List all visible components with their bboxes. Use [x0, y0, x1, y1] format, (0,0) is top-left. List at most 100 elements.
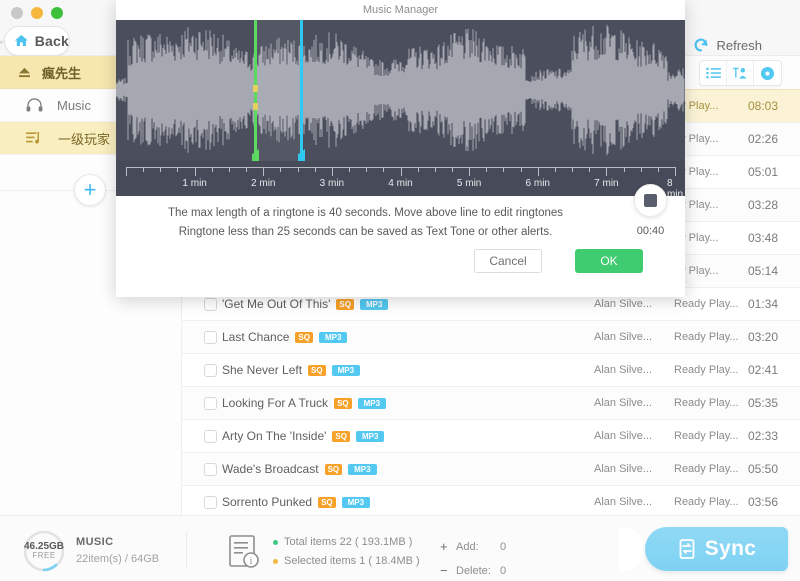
row-checkbox[interactable]	[204, 298, 217, 311]
ruler-tick	[555, 167, 556, 172]
end-marker-foot	[298, 149, 305, 161]
table-row[interactable]: Wade's BroadcastSQMP3Alan Silve...Ready …	[182, 453, 800, 486]
song-duration-label: 02:26	[748, 132, 778, 146]
selection-region[interactable]	[254, 20, 302, 161]
status-bar: 46.25GB FREE MUSIC 22item(s) / 64GB i	[0, 515, 800, 581]
sync-label: Sync	[705, 537, 756, 561]
song-duration-label: 03:56	[748, 495, 778, 509]
song-artist-label: Alan Silve...	[594, 496, 652, 508]
song-title-cell: Sorrento PunkedSQMP3	[222, 495, 370, 509]
song-duration-label: 03:28	[748, 198, 778, 212]
song-duration-label: 03:48	[748, 231, 778, 245]
start-handle-lower[interactable]	[253, 103, 258, 110]
row-checkbox[interactable]	[204, 397, 217, 410]
row-checkbox[interactable]	[204, 496, 217, 509]
ruler-tick	[401, 167, 402, 176]
table-row[interactable]: She Never LeftSQMP3Alan Silve...Ready Pl…	[182, 354, 800, 387]
song-duration-label: 05:35	[748, 396, 778, 410]
start-handle-upper[interactable]	[253, 85, 258, 92]
table-row[interactable]: Last ChanceSQMP3Alan Silve...Ready Play.…	[182, 321, 800, 354]
format-badge: MP3	[358, 398, 386, 409]
close-button[interactable]	[11, 7, 23, 19]
ruler-tick	[229, 167, 230, 172]
song-title-label: Wade's Broadcast	[222, 462, 319, 476]
ruler-tick	[503, 167, 504, 172]
song-duration-label: 08:03	[748, 99, 778, 113]
artist-view-icon[interactable]	[727, 61, 754, 85]
status-divider	[186, 532, 187, 568]
sidebar-item-label: 一级玩家	[58, 129, 110, 148]
ruler-tick	[280, 167, 281, 172]
song-duration-label: 05:50	[748, 462, 778, 476]
view-mode-group	[699, 60, 782, 86]
sync-icon	[677, 538, 697, 560]
row-checkbox[interactable]	[204, 430, 217, 443]
dialog-hint-line-1: The max length of a ringtone is 40 secon…	[116, 207, 685, 219]
delete-counter: − Delete: 0	[440, 559, 506, 581]
format-badge: MP3	[348, 464, 376, 475]
waveform-area[interactable]	[116, 20, 685, 161]
ruler-tick-label: 1 min	[182, 178, 206, 189]
album-view-icon[interactable]	[754, 61, 781, 85]
row-checkbox[interactable]	[204, 331, 217, 344]
sidebar-device-label: 瘋先生	[42, 63, 81, 82]
song-duration-label: 05:14	[748, 264, 778, 278]
song-artist-label: Alan Silve...	[594, 331, 652, 343]
maximize-button[interactable]	[51, 7, 63, 19]
table-row[interactable]: Looking For A TruckSQMP3Alan Silve...Rea…	[182, 387, 800, 420]
ruler-tick	[486, 167, 487, 172]
format-badge: SQ	[325, 464, 343, 475]
total-items-line: Total items 22 ( 193.1MB )	[273, 533, 420, 552]
song-title-label: Last Chance	[222, 330, 289, 344]
format-badge: MP3	[342, 497, 370, 508]
selection-end-marker[interactable]	[300, 20, 303, 161]
song-status-label: Ready Play...	[674, 430, 739, 442]
song-title-label: 'Get Me Out Of This'	[222, 297, 330, 311]
song-title-label: Looking For A Truck	[222, 396, 328, 410]
add-playlist-button[interactable]: +	[74, 174, 106, 206]
ruler-tick	[160, 167, 161, 172]
song-duration-label: 02:33	[748, 429, 778, 443]
cancel-button[interactable]: Cancel	[474, 249, 542, 273]
song-duration-label: 03:20	[748, 330, 778, 344]
selection-start-marker[interactable]	[254, 20, 257, 161]
song-artist-label: Alan Silve...	[594, 430, 652, 442]
format-badge: SQ	[334, 398, 352, 409]
stop-button[interactable]	[634, 184, 667, 217]
ruler-tick	[589, 167, 590, 172]
song-status-label: Ready Play...	[674, 397, 739, 409]
song-title-cell: She Never LeftSQMP3	[222, 363, 360, 377]
ruler-tick	[383, 167, 384, 172]
ok-button[interactable]: OK	[575, 249, 643, 273]
back-button[interactable]: Back	[4, 26, 70, 56]
ruler-tick	[246, 167, 247, 172]
ruler-tick	[315, 167, 316, 172]
ruler-tick	[606, 167, 607, 176]
row-checkbox[interactable]	[204, 463, 217, 476]
song-status-label: Ready Play...	[674, 463, 739, 475]
sidebar-item-label: Music	[57, 98, 91, 113]
ruler-tick	[641, 167, 642, 172]
ruler-tick	[538, 167, 539, 176]
song-artist-label: Alan Silve...	[594, 364, 652, 376]
list-view-icon[interactable]	[700, 61, 727, 85]
minimize-button[interactable]	[31, 7, 43, 19]
add-value: 0	[500, 537, 506, 557]
ruler-tick-label: 2 min	[251, 178, 275, 189]
sync-button[interactable]: Sync	[645, 527, 788, 571]
table-row[interactable]: Arty On The 'Inside'SQMP3 Alan Silve... Re…	[182, 420, 800, 453]
ruler-tick	[452, 167, 453, 172]
refresh-button[interactable]: Refresh	[692, 36, 762, 54]
song-duration-label: 02:41	[748, 363, 778, 377]
row-checkbox[interactable]	[204, 364, 217, 377]
song-title-cell: Looking For A Truck SQ MP3	[222, 396, 386, 410]
song-title-cell: Arty On The 'Inside'SQMP3	[222, 429, 384, 443]
ruler-tick	[572, 167, 573, 172]
ruler-tick	[675, 167, 676, 176]
format-badge: MP3	[360, 299, 388, 310]
total-bullet-icon	[273, 540, 278, 545]
ruler-tick-label: 6 min	[526, 178, 550, 189]
ruler-tick	[263, 167, 264, 176]
format-badge: SQ	[295, 332, 313, 343]
format-badge: SQ	[308, 365, 326, 376]
